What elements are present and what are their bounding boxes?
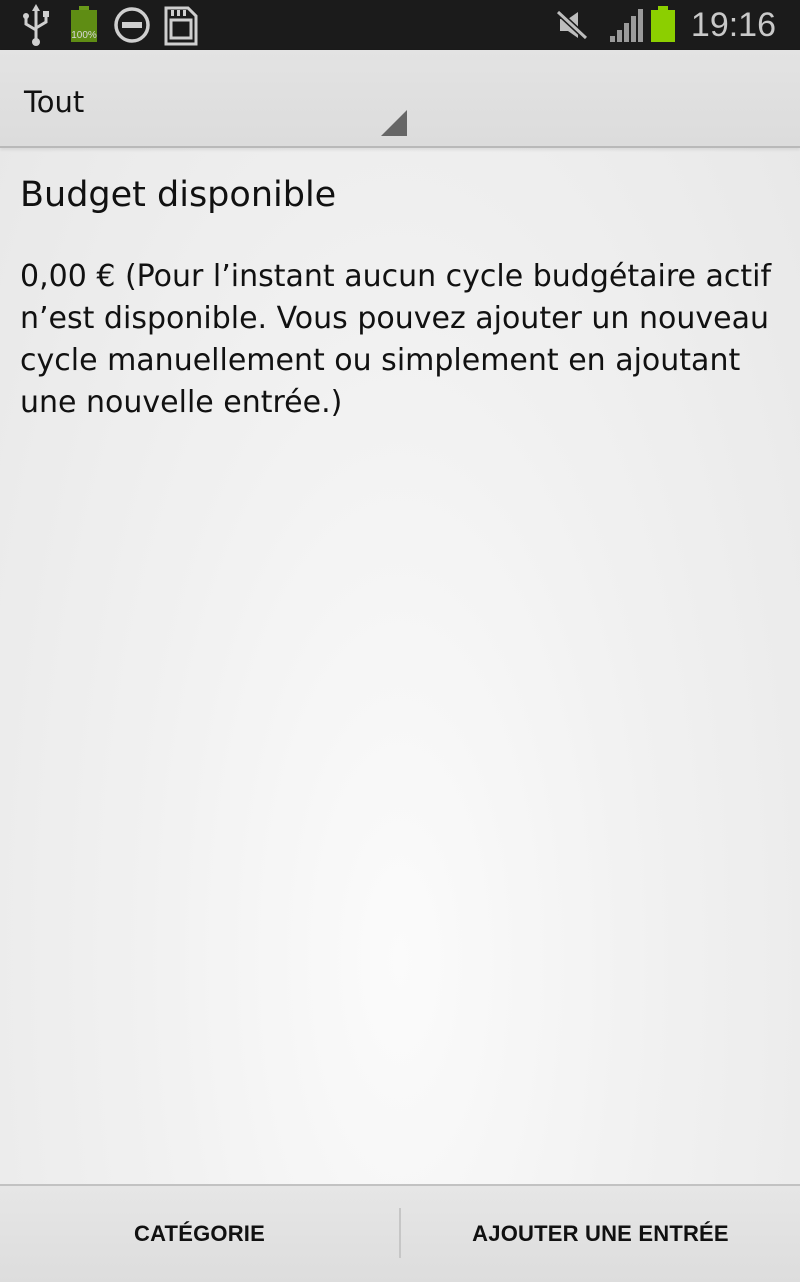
budget-description: 0,00 € (Pour l’instant aucun cycle budgé… [20, 259, 772, 420]
battery-icon [651, 6, 675, 42]
battery-full-icon: 100% [68, 0, 100, 50]
budget-title: Budget disponible [20, 175, 337, 215]
bottom-action-bar: CATÉGORIE AJOUTER UNE ENTRÉE [0, 1184, 800, 1282]
spinner-dropdown-icon [381, 110, 407, 136]
budget-section: Budget disponible 0,00 € (Pour l’instant… [20, 170, 790, 424]
usb-icon [23, 4, 49, 46]
do-not-disturb-icon [114, 7, 150, 43]
sd-card-icon [164, 6, 198, 46]
filter-spinner-value: Tout [24, 85, 85, 119]
mute-icon [555, 9, 589, 41]
status-bar: 100% 19:16 [0, 0, 800, 50]
signal-icon [610, 9, 643, 42]
add-entry-button[interactable]: AJOUTER UNE ENTRÉE [401, 1186, 800, 1282]
filter-spinner[interactable]: Tout [0, 50, 410, 146]
category-button[interactable]: CATÉGORIE [0, 1186, 399, 1282]
status-time: 19:16 [690, 6, 776, 44]
battery-percent-label: 100% [71, 30, 97, 41]
